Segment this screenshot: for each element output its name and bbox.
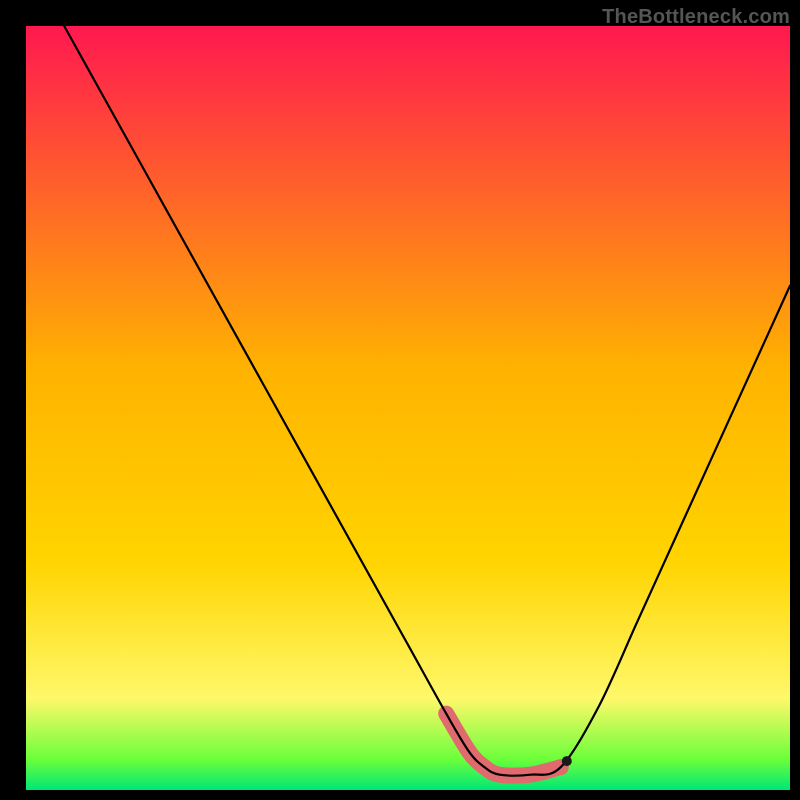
marker-dot: [562, 756, 572, 766]
plot-area: [26, 26, 790, 790]
chart-stage: TheBottleneck.com: [0, 0, 800, 800]
chart-svg: [0, 0, 800, 800]
watermark-label: TheBottleneck.com: [602, 6, 790, 29]
